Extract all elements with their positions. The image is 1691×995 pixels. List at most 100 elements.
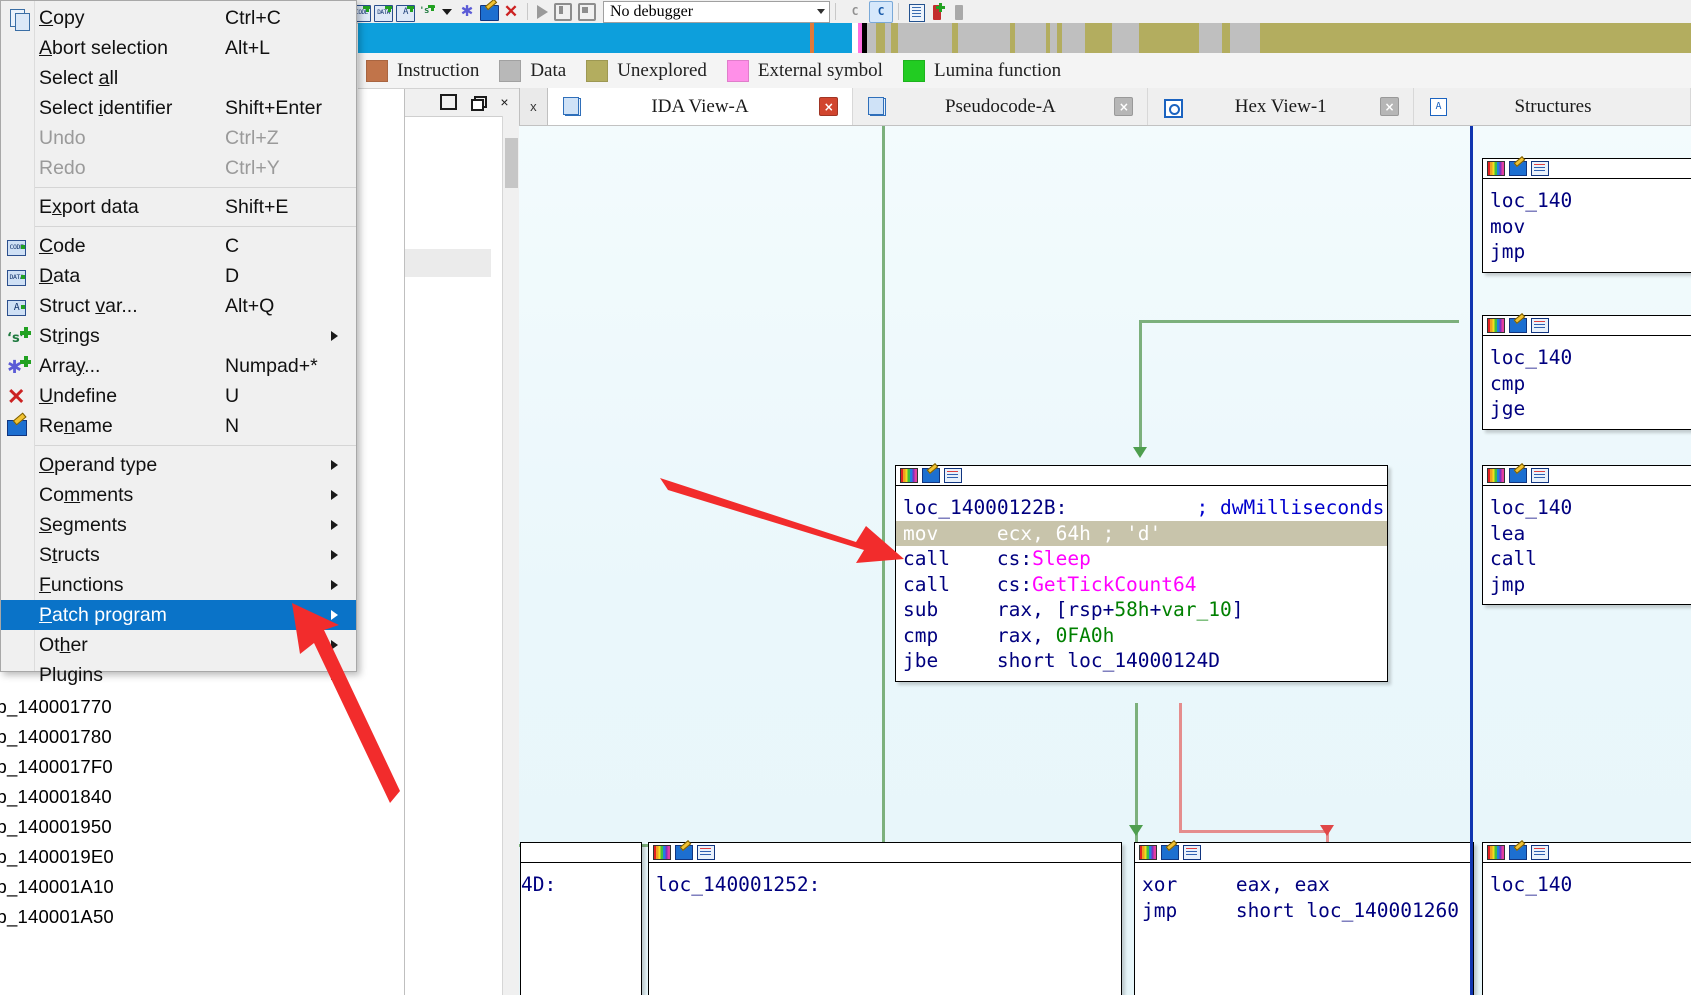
rename-icon[interactable] bbox=[479, 2, 499, 22]
menu-item-operand-type[interactable]: Operand type bbox=[1, 450, 356, 480]
navigator-segment[interactable] bbox=[897, 23, 953, 53]
menu-item-select-identifier[interactable]: Select identifier Shift+Enter bbox=[1, 93, 356, 123]
create-data-icon[interactable]: DATA bbox=[373, 2, 393, 22]
graph-node-bottom-left[interactable]: 4D: bbox=[520, 842, 642, 995]
delete-breakpoint-icon[interactable] bbox=[949, 2, 969, 22]
menu-item-other[interactable]: Other bbox=[1, 630, 356, 660]
palette-icon[interactable] bbox=[653, 845, 671, 860]
function-list-item[interactable]: ub_140001A10 bbox=[0, 876, 114, 898]
palette-icon[interactable] bbox=[1487, 318, 1505, 333]
create-array-icon[interactable]: ✱ bbox=[457, 2, 477, 22]
menu-item-abort-selection[interactable]: Abort selection Alt+L bbox=[1, 33, 356, 63]
chevron-down-icon[interactable] bbox=[817, 9, 825, 14]
create-strings-icon[interactable]: 's' bbox=[417, 2, 437, 22]
asm-line[interactable]: mov bbox=[1483, 214, 1691, 240]
palette-icon[interactable] bbox=[1487, 161, 1505, 176]
menu-item-undefine[interactable]: ✕ Undefine U bbox=[1, 381, 356, 411]
graph-node-right-4[interactable]: loc_140 bbox=[1482, 842, 1691, 995]
menu-item-code[interactable]: CODE Code C bbox=[1, 231, 356, 261]
restore-button[interactable] bbox=[471, 96, 487, 111]
menu-item-functions[interactable]: Functions bbox=[1, 570, 356, 600]
navigator-segment[interactable] bbox=[1112, 23, 1139, 53]
tab-ida-view-a[interactable]: IDA View-A × bbox=[547, 88, 854, 125]
close-button[interactable]: × bbox=[498, 95, 511, 109]
navigator-band[interactable] bbox=[358, 23, 1691, 53]
graph-vertical-splitter[interactable] bbox=[1470, 125, 1473, 995]
menu-item-structs[interactable]: Structs bbox=[1, 540, 356, 570]
asm-line-cmp[interactable]: cmp rax, 0FA0h bbox=[896, 623, 1387, 649]
close-icon[interactable]: × bbox=[1379, 97, 1399, 116]
graph-node-bottom-mid[interactable]: loc_140001252: bbox=[648, 842, 1122, 995]
tab-structures[interactable]: A Structures bbox=[1413, 88, 1691, 125]
debugger-selector[interactable]: No debugger bbox=[603, 0, 830, 23]
navigator-segment[interactable] bbox=[813, 23, 853, 53]
navigator-segment[interactable] bbox=[1014, 23, 1047, 53]
asm-line[interactable]: call bbox=[1483, 546, 1691, 572]
tab-hex-view-1[interactable]: Hex View-1 × bbox=[1148, 88, 1414, 125]
run-icon[interactable] bbox=[537, 4, 548, 19]
tab-pseudocode-a[interactable]: Pseudocode-A × bbox=[853, 88, 1149, 125]
asm-line-xor[interactable]: xor eax, eax bbox=[1135, 872, 1473, 898]
palette-icon[interactable] bbox=[1139, 845, 1157, 860]
tab-close-all-button[interactable]: x bbox=[519, 88, 548, 125]
navigator-segment[interactable] bbox=[1259, 23, 1691, 53]
grid-icon[interactable] bbox=[1531, 318, 1549, 333]
scrollbar-thumb[interactable] bbox=[505, 138, 518, 188]
palette-icon[interactable] bbox=[1487, 845, 1505, 860]
palette-icon[interactable] bbox=[900, 468, 918, 483]
pause-icon[interactable] bbox=[554, 2, 572, 21]
navigator-segment[interactable] bbox=[957, 23, 1011, 53]
navigator-segment[interactable] bbox=[358, 23, 811, 53]
asm-line[interactable]: lea bbox=[1483, 521, 1691, 547]
graph-node-right-3[interactable]: loc_140 lea call jmp bbox=[1482, 465, 1691, 605]
graph-node-right-1[interactable]: loc_140 mov jmp bbox=[1482, 158, 1691, 273]
undefine-icon[interactable]: ✕ bbox=[501, 2, 521, 22]
menu-item-segments[interactable]: Segments bbox=[1, 510, 356, 540]
asm-line-sub[interactable]: sub rax, [rsp+58h+var_10] bbox=[896, 597, 1387, 623]
navigator-segment[interactable] bbox=[875, 23, 886, 53]
function-list-item[interactable]: ub_140001A50 bbox=[0, 906, 114, 928]
function-list-item[interactable]: ub_140001840 bbox=[0, 786, 112, 808]
grid-icon[interactable] bbox=[1531, 468, 1549, 483]
grid-icon[interactable] bbox=[1531, 845, 1549, 860]
menu-item-data[interactable]: DATA Data D bbox=[1, 261, 356, 291]
maximize-button[interactable] bbox=[440, 94, 457, 110]
asm-line[interactable]: cmp bbox=[1483, 371, 1691, 397]
rename-icon[interactable] bbox=[1161, 845, 1179, 860]
context-menu[interactable]: Copy Ctrl+C Abort selection Alt+L Select all… bbox=[0, 0, 357, 686]
graph-node-bottom-right[interactable]: xor eax, eax jmp short loc_140001260 bbox=[1134, 842, 1474, 995]
asm-line[interactable]: jmp bbox=[1483, 239, 1691, 265]
asm-line-call-sleep[interactable]: call cs:Sleep bbox=[896, 546, 1387, 572]
close-icon[interactable]: × bbox=[1114, 97, 1134, 116]
asm-line[interactable]: jmp bbox=[1483, 572, 1691, 598]
graph-node-main[interactable]: loc_14000122B: ; dwMilliseconds mov ecx,… bbox=[895, 465, 1388, 682]
function-list-item[interactable]: ub_1400019E0 bbox=[0, 846, 114, 868]
add-breakpoint-icon[interactable] bbox=[927, 2, 947, 22]
stop-icon[interactable] bbox=[578, 2, 596, 21]
menu-item-array[interactable]: ✱ Array... Numpad+* bbox=[1, 351, 356, 381]
menu-item-patch-program[interactable]: Patch program bbox=[1, 600, 356, 630]
asm-line-mov[interactable]: mov ecx, 64h ; 'd' bbox=[896, 520, 1387, 546]
grid-icon[interactable] bbox=[697, 845, 715, 860]
asm-line-jmp[interactable]: jmp short loc_140001260 bbox=[1135, 898, 1473, 924]
menu-item-copy[interactable]: Copy Ctrl+C bbox=[1, 3, 356, 33]
function-list-item[interactable]: ub_1400017F0 bbox=[0, 756, 113, 778]
palette-icon[interactable] bbox=[1487, 468, 1505, 483]
decompile-gray-icon[interactable]: C bbox=[844, 2, 866, 22]
navigator-segment[interactable] bbox=[867, 23, 876, 53]
grid-icon[interactable] bbox=[1183, 845, 1201, 860]
rename-icon[interactable] bbox=[1509, 318, 1527, 333]
sub-window-scrollbar[interactable] bbox=[502, 116, 520, 995]
menu-item-comments[interactable]: Comments bbox=[1, 480, 356, 510]
create-struct-var-icon[interactable]: A bbox=[395, 2, 415, 22]
navigator-segment[interactable] bbox=[1138, 23, 1199, 53]
function-list-item[interactable]: ub_140001950 bbox=[0, 816, 112, 838]
navigator-segment[interactable] bbox=[1061, 23, 1085, 53]
close-icon[interactable]: × bbox=[819, 97, 839, 116]
grid-icon[interactable] bbox=[944, 468, 962, 483]
navigator-segment[interactable] bbox=[1085, 23, 1113, 53]
menu-item-export-data[interactable]: Export data Shift+E bbox=[1, 192, 356, 222]
menu-item-strings[interactable]: ‘s’ Strings bbox=[1, 321, 356, 351]
graph-node-right-2[interactable]: loc_140 cmp jge bbox=[1482, 315, 1691, 430]
rename-icon[interactable] bbox=[1509, 161, 1527, 176]
